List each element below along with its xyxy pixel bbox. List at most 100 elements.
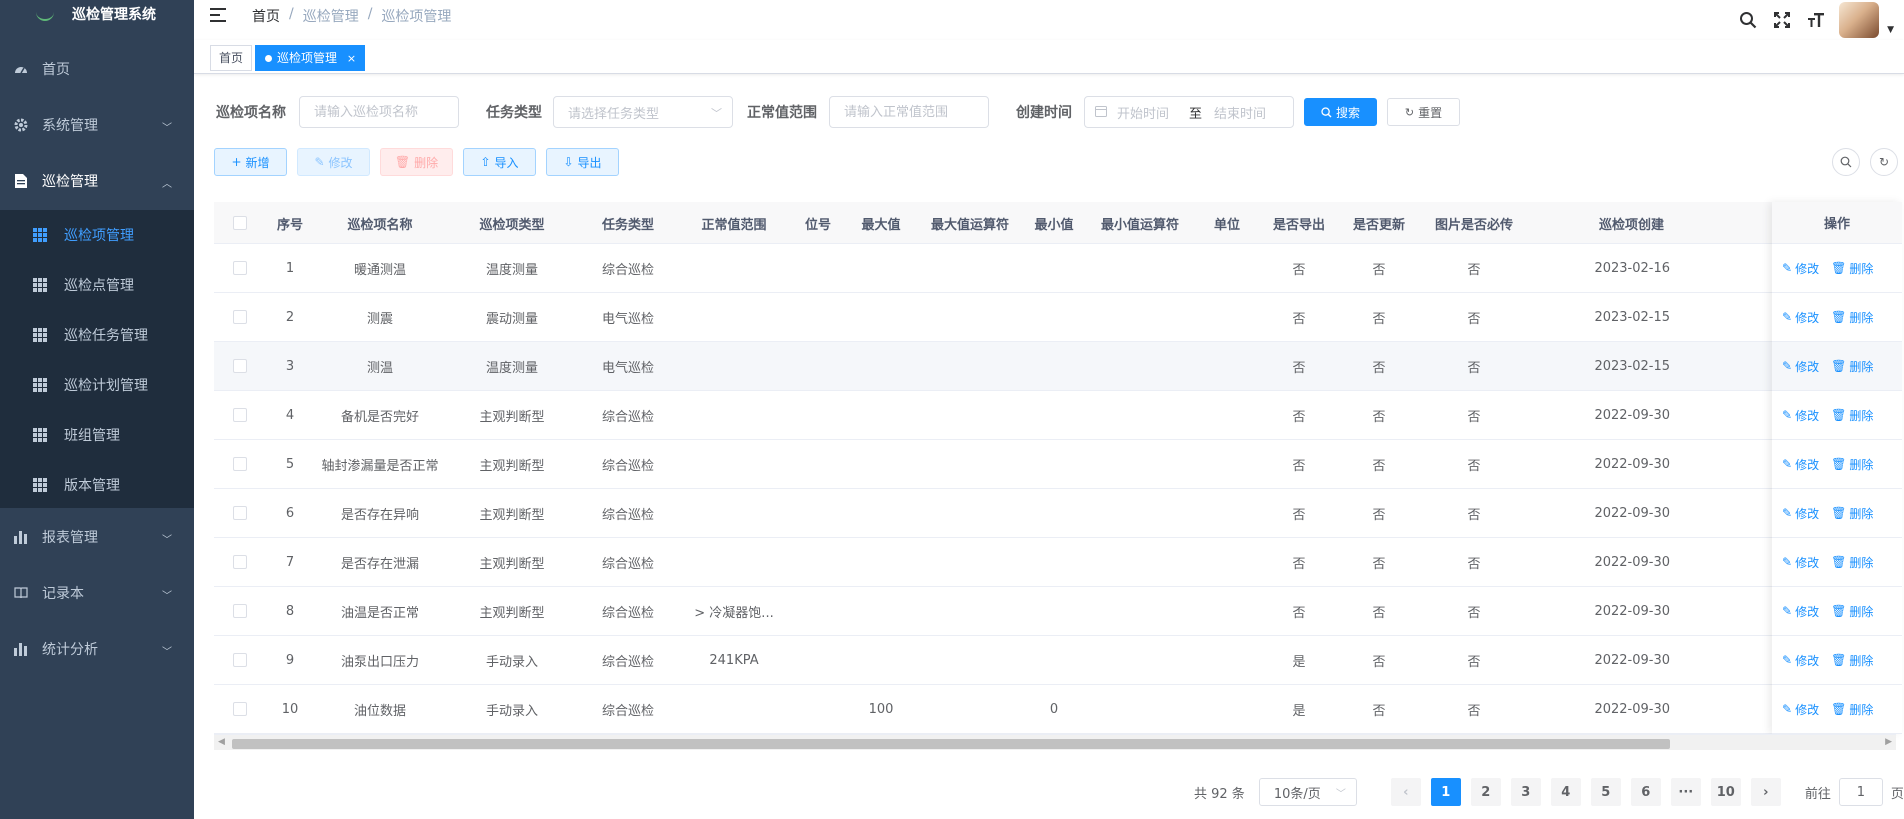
- page-button[interactable]: 10: [1710, 778, 1741, 806]
- page-size-select[interactable]: 10条/页 ﹀: [1258, 778, 1357, 806]
- breadcrumb-home[interactable]: 首页: [252, 6, 280, 26]
- row-checkbox[interactable]: [233, 604, 247, 618]
- row-delete-link[interactable]: 🗑 删除: [1831, 554, 1873, 571]
- fullscreen-icon[interactable]: [1771, 9, 1793, 31]
- row-edit-link[interactable]: ✎ 修改: [1782, 456, 1819, 473]
- sidebar-item-inspection-point[interactable]: 巡检点管理: [0, 260, 194, 310]
- row-edit-link[interactable]: ✎ 修改: [1782, 260, 1819, 277]
- page-button[interactable]: 5: [1590, 778, 1621, 806]
- toggle-search-button[interactable]: [1832, 148, 1860, 176]
- row-delete-link[interactable]: 🗑 删除: [1831, 309, 1873, 326]
- scroll-left-arrow[interactable]: ◀: [218, 737, 225, 747]
- row-edit-link[interactable]: ✎ 修改: [1782, 358, 1819, 375]
- hamburger-icon[interactable]: [210, 7, 228, 23]
- row-edit-link[interactable]: ✎ 修改: [1782, 701, 1819, 718]
- chevron-down-icon: ﹀: [711, 107, 722, 120]
- table-row[interactable]: 9 油泵出口压力 手动录入 综合巡检 241KPA 是 否 否 2022-09-30: [214, 636, 1896, 685]
- refresh-table-button[interactable]: ↻: [1870, 148, 1898, 176]
- table-row[interactable]: 2 测震 震动测量 电气巡检 否 否 否 2023-02-15: [214, 293, 1896, 342]
- row-edit-link[interactable]: ✎ 修改: [1782, 407, 1819, 424]
- end-date-placeholder[interactable]: 结束时间: [1214, 103, 1266, 122]
- table-cell: [916, 685, 1024, 733]
- sidebar-item-version[interactable]: 版本管理: [0, 460, 194, 510]
- sidebar-item-inspection-item[interactable]: 巡检项管理: [0, 210, 194, 260]
- row-delete-link[interactable]: 🗑 删除: [1831, 603, 1873, 620]
- table-row[interactable]: 4 备机是否完好 主观判断型 综合巡检 否 否 否 2022-09-30: [214, 391, 1896, 440]
- sidebar-item-notebook[interactable]: 记录本 ﹀: [0, 565, 194, 621]
- row-edit-link[interactable]: ✎ 修改: [1782, 554, 1819, 571]
- scrollbar-thumb[interactable]: [232, 739, 1670, 749]
- row-edit-link[interactable]: ✎ 修改: [1782, 652, 1819, 669]
- row-checkbox[interactable]: [233, 506, 247, 520]
- page-button[interactable]: 4: [1550, 778, 1581, 806]
- row-delete-link[interactable]: 🗑 删除: [1831, 701, 1873, 718]
- page-button[interactable]: 6: [1630, 778, 1661, 806]
- add-button[interactable]: + 新增: [214, 148, 287, 176]
- sidebar-item-reports[interactable]: 报表管理 ﹀: [0, 509, 194, 565]
- page-ellipsis[interactable]: ···: [1670, 778, 1701, 806]
- search-button[interactable]: 搜索: [1304, 98, 1377, 126]
- row-checkbox[interactable]: [233, 310, 247, 324]
- page-button[interactable]: 3: [1510, 778, 1541, 806]
- row-delete-link[interactable]: 🗑 删除: [1831, 260, 1873, 277]
- row-checkbox[interactable]: [233, 653, 247, 667]
- row-delete-link[interactable]: 🗑 删除: [1831, 358, 1873, 375]
- row-checkbox[interactable]: [233, 359, 247, 373]
- select-all-checkbox[interactable]: [233, 216, 247, 230]
- reset-button[interactable]: ↻ 重置: [1387, 98, 1460, 126]
- tag-inspection-item[interactable]: 巡检项管理 ×: [255, 45, 366, 71]
- row-checkbox[interactable]: [233, 408, 247, 422]
- row-delete-link[interactable]: 🗑 删除: [1831, 456, 1873, 473]
- row-edit-link[interactable]: ✎ 修改: [1782, 309, 1819, 326]
- sidebar-item-inspection-task[interactable]: 巡检任务管理: [0, 310, 194, 360]
- import-button[interactable]: ⇧ 导入: [463, 148, 536, 176]
- row-edit-link[interactable]: ✎ 修改: [1782, 505, 1819, 522]
- name-input[interactable]: [299, 96, 459, 128]
- prev-page-button[interactable]: ‹: [1390, 778, 1421, 806]
- avatar[interactable]: [1839, 2, 1880, 38]
- page-button[interactable]: 2: [1470, 778, 1501, 806]
- export-button[interactable]: ⇩ 导出: [546, 148, 619, 176]
- table-row[interactable]: 7 是否存在泄漏 主观判断型 综合巡检 否 否 否 2022-09-30: [214, 538, 1896, 587]
- row-edit-link[interactable]: ✎ 修改: [1782, 603, 1819, 620]
- sidebar-item-home[interactable]: 首页: [0, 41, 194, 97]
- search-icon[interactable]: [1737, 9, 1759, 31]
- font-size-icon[interactable]: [1805, 9, 1827, 31]
- bar-chart-icon: [14, 642, 28, 656]
- caret-down-icon[interactable]: ▼: [1887, 25, 1894, 35]
- table-row[interactable]: 1 暖通测温 温度测量 综合巡检 否 否 否 2023-02-16: [214, 244, 1896, 293]
- row-checkbox[interactable]: [233, 702, 247, 716]
- row-delete-link[interactable]: 🗑 删除: [1831, 652, 1873, 669]
- table-row[interactable]: 10 油位数据 手动录入 综合巡检 100 0 是 否 否 2022-09-30: [214, 685, 1896, 734]
- close-icon[interactable]: ×: [347, 52, 356, 65]
- sidebar-item-inspection-plan[interactable]: 巡检计划管理: [0, 360, 194, 410]
- table-row[interactable]: 6 是否存在异响 主观判断型 综合巡检 否 否 否 2022-09-30: [214, 489, 1896, 538]
- table-row[interactable]: 3 测温 温度测量 电气巡检 否 否 否 2023-02-15: [214, 342, 1896, 391]
- row-select-cell: [214, 685, 266, 733]
- sidebar-item-system[interactable]: 系统管理 ﹀: [0, 97, 194, 153]
- table-cell: [678, 685, 790, 733]
- edit-button[interactable]: ✎ 修改: [297, 148, 370, 176]
- row-delete-link[interactable]: 🗑 删除: [1831, 505, 1873, 522]
- delete-button[interactable]: 🗑 删除: [380, 148, 453, 176]
- row-checkbox[interactable]: [233, 555, 247, 569]
- page-button[interactable]: 1: [1430, 778, 1461, 806]
- row-delete-link[interactable]: 🗑 删除: [1831, 407, 1873, 424]
- sidebar-item-inspection[interactable]: 巡检管理 ︿: [0, 153, 194, 209]
- horizontal-scrollbar[interactable]: ◀ ▶: [214, 734, 1896, 750]
- tag-home[interactable]: 首页: [210, 45, 253, 71]
- row-checkbox[interactable]: [233, 457, 247, 471]
- row-checkbox[interactable]: [233, 261, 247, 275]
- table-row[interactable]: 8 油温是否正常 主观判断型 综合巡检 > 冷凝器饱... 否 否 否 2022-09-30: [214, 587, 1896, 636]
- table-cell: 否: [1467, 360, 1481, 376]
- goto-page-input[interactable]: [1838, 778, 1883, 806]
- scroll-right-arrow[interactable]: ▶: [1885, 737, 1892, 747]
- task-type-select[interactable]: 请选择任务类型 ﹀: [553, 96, 733, 128]
- sidebar-item-statistics[interactable]: 统计分析 ﹀: [0, 621, 194, 677]
- range-input[interactable]: [829, 96, 989, 128]
- date-range-picker[interactable]: 开始时间 至 结束时间: [1084, 96, 1294, 128]
- sidebar-item-team[interactable]: 班组管理: [0, 410, 194, 460]
- table-row[interactable]: 5 轴封渗漏量是否正常 主观判断型 综合巡检 否 否 否 2022-09-30: [214, 440, 1896, 489]
- start-date-placeholder[interactable]: 开始时间: [1117, 103, 1177, 122]
- next-page-button[interactable]: ›: [1750, 778, 1781, 806]
